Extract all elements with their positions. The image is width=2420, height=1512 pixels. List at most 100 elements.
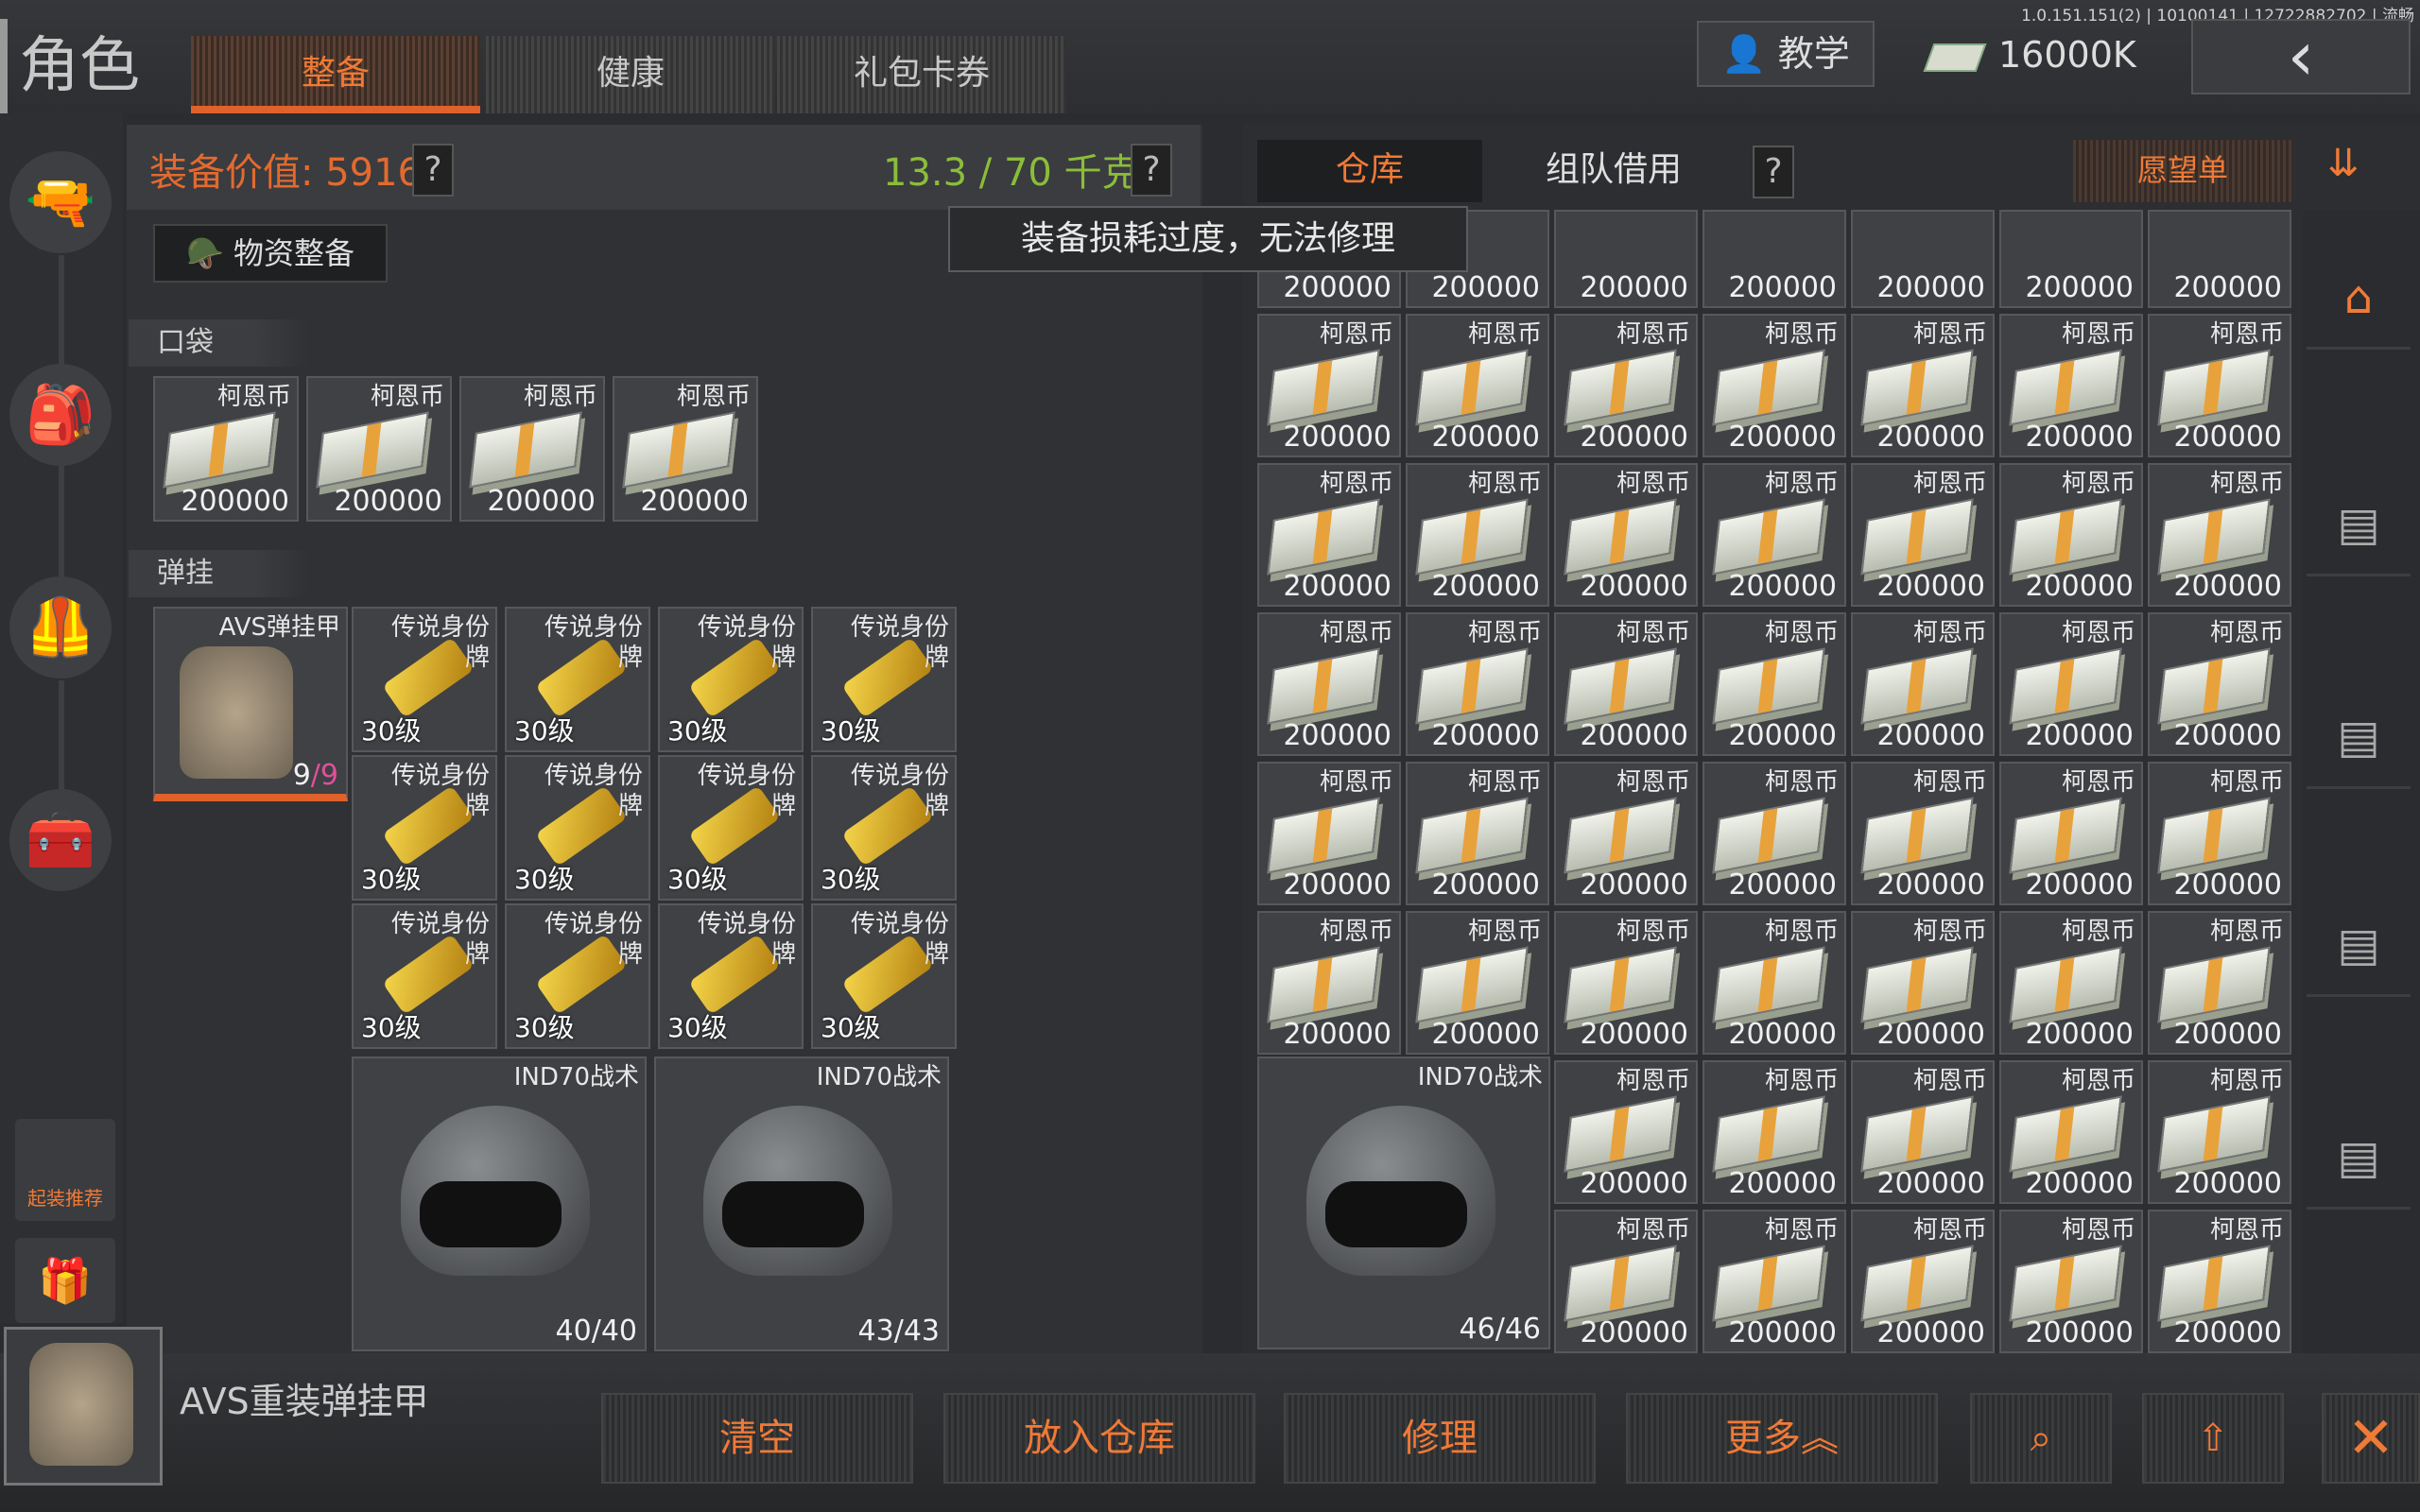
weight-help-button[interactable]: ?: [1131, 144, 1172, 197]
tag-slot[interactable]: 传说身份牌 30级: [352, 903, 497, 1049]
tag-slot[interactable]: 传说身份牌 30级: [352, 607, 497, 752]
storage-slot[interactable]: 柯恩币 200000: [1406, 314, 1549, 457]
storage-slot[interactable]: 柯恩币 200000: [1554, 762, 1698, 905]
sort-icon[interactable]: ⇊: [2327, 142, 2360, 185]
storage-slot[interactable]: 柯恩币 200000: [1703, 612, 1846, 756]
storage-slot[interactable]: 柯恩币 200000: [1999, 463, 2143, 607]
storage-slot[interactable]: 200000: [1999, 210, 2143, 308]
storage-slot[interactable]: 柯恩币 200000: [2148, 612, 2291, 756]
storage-slot[interactable]: 柯恩币 200000: [2148, 762, 2291, 905]
storage-helmet-slot[interactable]: IND70战术 46/46: [1257, 1057, 1550, 1349]
storage-slot[interactable]: 柯恩币 200000: [2148, 1210, 2291, 1353]
tag-slot[interactable]: 传说身份牌 30级: [658, 755, 804, 901]
storage-slot[interactable]: 柯恩币 200000: [1703, 463, 1846, 607]
helmet-slot[interactable]: IND70战术 40/40: [352, 1057, 647, 1351]
pocket-slot[interactable]: 柯恩币 200000: [153, 376, 299, 522]
storage-slot[interactable]: 柯恩币 200000: [1851, 1210, 1995, 1353]
pocket-slot[interactable]: 柯恩币 200000: [459, 376, 605, 522]
storage-box-icon[interactable]: ▤: [2307, 1106, 2411, 1210]
storage-slot[interactable]: 柯恩币 200000: [1257, 762, 1401, 905]
storage-slot[interactable]: 柯恩币 200000: [1999, 1060, 2143, 1204]
storage-slot[interactable]: 柯恩币 200000: [1851, 314, 1995, 457]
armor-icon[interactable]: 🦺: [9, 576, 112, 679]
search-icon[interactable]: ⌕: [1970, 1393, 2112, 1484]
storage-slot[interactable]: 柯恩币 200000: [1257, 911, 1401, 1055]
tutorial-button[interactable]: 👤 教学: [1697, 21, 1875, 87]
tag-slot[interactable]: 传说身份牌 30级: [811, 903, 957, 1049]
storage-slot[interactable]: 柯恩币 200000: [2148, 463, 2291, 607]
storage-slot[interactable]: 柯恩币 200000: [1999, 612, 2143, 756]
home-icon[interactable]: ⌂: [2307, 246, 2411, 350]
backpack-icon[interactable]: 🎒: [9, 364, 112, 466]
storage-slot[interactable]: 柯恩币 200000: [1406, 463, 1549, 607]
storage-slot[interactable]: 柯恩币 200000: [1851, 911, 1995, 1055]
storage-slot[interactable]: 柯恩币 200000: [1554, 314, 1698, 457]
storage-slot[interactable]: 柯恩币 200000: [1406, 762, 1549, 905]
supply-button[interactable]: 🪖 物资整备: [153, 224, 388, 283]
storage-slot[interactable]: 柯恩币 200000: [1257, 314, 1401, 457]
recommend-loadout-button[interactable]: 起装推荐: [15, 1119, 115, 1221]
storage-slot[interactable]: 200000: [1851, 210, 1995, 308]
tag-slot[interactable]: 传说身份牌 30级: [811, 607, 957, 752]
storage-slot[interactable]: 柯恩币 200000: [1406, 612, 1549, 756]
rig-slot[interactable]: AVS弹挂甲 9/9: [153, 607, 348, 801]
storage-slot[interactable]: 柯恩币 200000: [1406, 911, 1549, 1055]
tag-slot[interactable]: 传说身份牌 30级: [505, 755, 650, 901]
storage-slot[interactable]: 柯恩币 200000: [1851, 762, 1995, 905]
store-button[interactable]: 放入仓库: [943, 1393, 1255, 1484]
storage-slot[interactable]: 柯恩币 200000: [1703, 911, 1846, 1055]
tab-warehouse[interactable]: 仓库: [1257, 140, 1482, 202]
storage-slot[interactable]: 柯恩币 200000: [1999, 314, 2143, 457]
repair-button[interactable]: 修理: [1284, 1393, 1596, 1484]
storage-slot[interactable]: 柯恩币 200000: [1257, 612, 1401, 756]
pocket-slot[interactable]: 柯恩币 200000: [306, 376, 452, 522]
storage-slot[interactable]: 柯恩币 200000: [1851, 1060, 1995, 1204]
tag-slot[interactable]: 传说身份牌 30级: [658, 903, 804, 1049]
clear-button[interactable]: 清空: [601, 1393, 913, 1484]
storage-slot[interactable]: 柯恩币 200000: [1703, 1060, 1846, 1204]
storage-slot[interactable]: 柯恩币 200000: [1257, 463, 1401, 607]
back-button[interactable]: ‹: [2191, 19, 2411, 94]
tag-slot[interactable]: 传说身份牌 30级: [352, 755, 497, 901]
storage-slot[interactable]: 柯恩币 200000: [2148, 1060, 2291, 1204]
storage-slot[interactable]: 柯恩币 200000: [1554, 1060, 1698, 1204]
weapon-icon[interactable]: 🔫: [9, 151, 112, 253]
storage-slot[interactable]: 柯恩币 200000: [1999, 1210, 2143, 1353]
equip-value-help-button[interactable]: ?: [412, 144, 454, 197]
storage-help-button[interactable]: ?: [1753, 146, 1794, 198]
tab-gift-cards[interactable]: 礼包卡券: [777, 36, 1066, 113]
storage-slot[interactable]: 200000: [1554, 210, 1698, 308]
storage-slot[interactable]: 柯恩币 200000: [1703, 762, 1846, 905]
storage-slot[interactable]: 柯恩币 200000: [1554, 463, 1698, 607]
storage-slot[interactable]: 柯恩币 200000: [1703, 314, 1846, 457]
tag-slot[interactable]: 传说身份牌 30级: [505, 607, 650, 752]
wishlist-button[interactable]: 愿望单: [2073, 140, 2292, 202]
tag-slot[interactable]: 传说身份牌 30级: [505, 903, 650, 1049]
storage-slot[interactable]: 柯恩币 200000: [1554, 911, 1698, 1055]
gift-icon[interactable]: 🎁: [15, 1238, 115, 1323]
storage-slot[interactable]: 柯恩币 200000: [1554, 1210, 1698, 1353]
tab-team-borrow[interactable]: 组队借用: [1495, 140, 1732, 202]
storage-box-icon[interactable]: ▤: [2307, 472, 2411, 576]
more-button[interactable]: 更多︽: [1626, 1393, 1938, 1484]
storage-box-icon[interactable]: ▤: [2307, 685, 2411, 789]
tag-slot[interactable]: 传说身份牌 30级: [658, 607, 804, 752]
storage-slot[interactable]: 200000: [2148, 210, 2291, 308]
storage-slot[interactable]: 柯恩币 200000: [2148, 314, 2291, 457]
storage-slot[interactable]: 柯恩币 200000: [1851, 463, 1995, 607]
tag-slot[interactable]: 传说身份牌 30级: [811, 755, 957, 901]
storage-slot[interactable]: 柯恩币 200000: [1999, 911, 2143, 1055]
storage-slot[interactable]: 柯恩币 200000: [1554, 612, 1698, 756]
storage-slot[interactable]: 200000: [1703, 210, 1846, 308]
storage-slot[interactable]: 柯恩币 200000: [1703, 1210, 1846, 1353]
storage-slot[interactable]: 柯恩币 200000: [2148, 911, 2291, 1055]
close-icon[interactable]: ✕: [2322, 1393, 2420, 1484]
pocket-slot[interactable]: 柯恩币 200000: [613, 376, 758, 522]
storage-slot[interactable]: 柯恩币 200000: [1999, 762, 2143, 905]
tab-health[interactable]: 健康: [486, 36, 775, 113]
storage-slot[interactable]: 柯恩币 200000: [1851, 612, 1995, 756]
storage-box-icon[interactable]: ▤: [2307, 893, 2411, 997]
helmet-slot[interactable]: IND70战术 43/43: [654, 1057, 949, 1351]
toolbox-icon[interactable]: 🧰: [9, 789, 112, 891]
share-icon[interactable]: ⇧: [2142, 1393, 2284, 1484]
